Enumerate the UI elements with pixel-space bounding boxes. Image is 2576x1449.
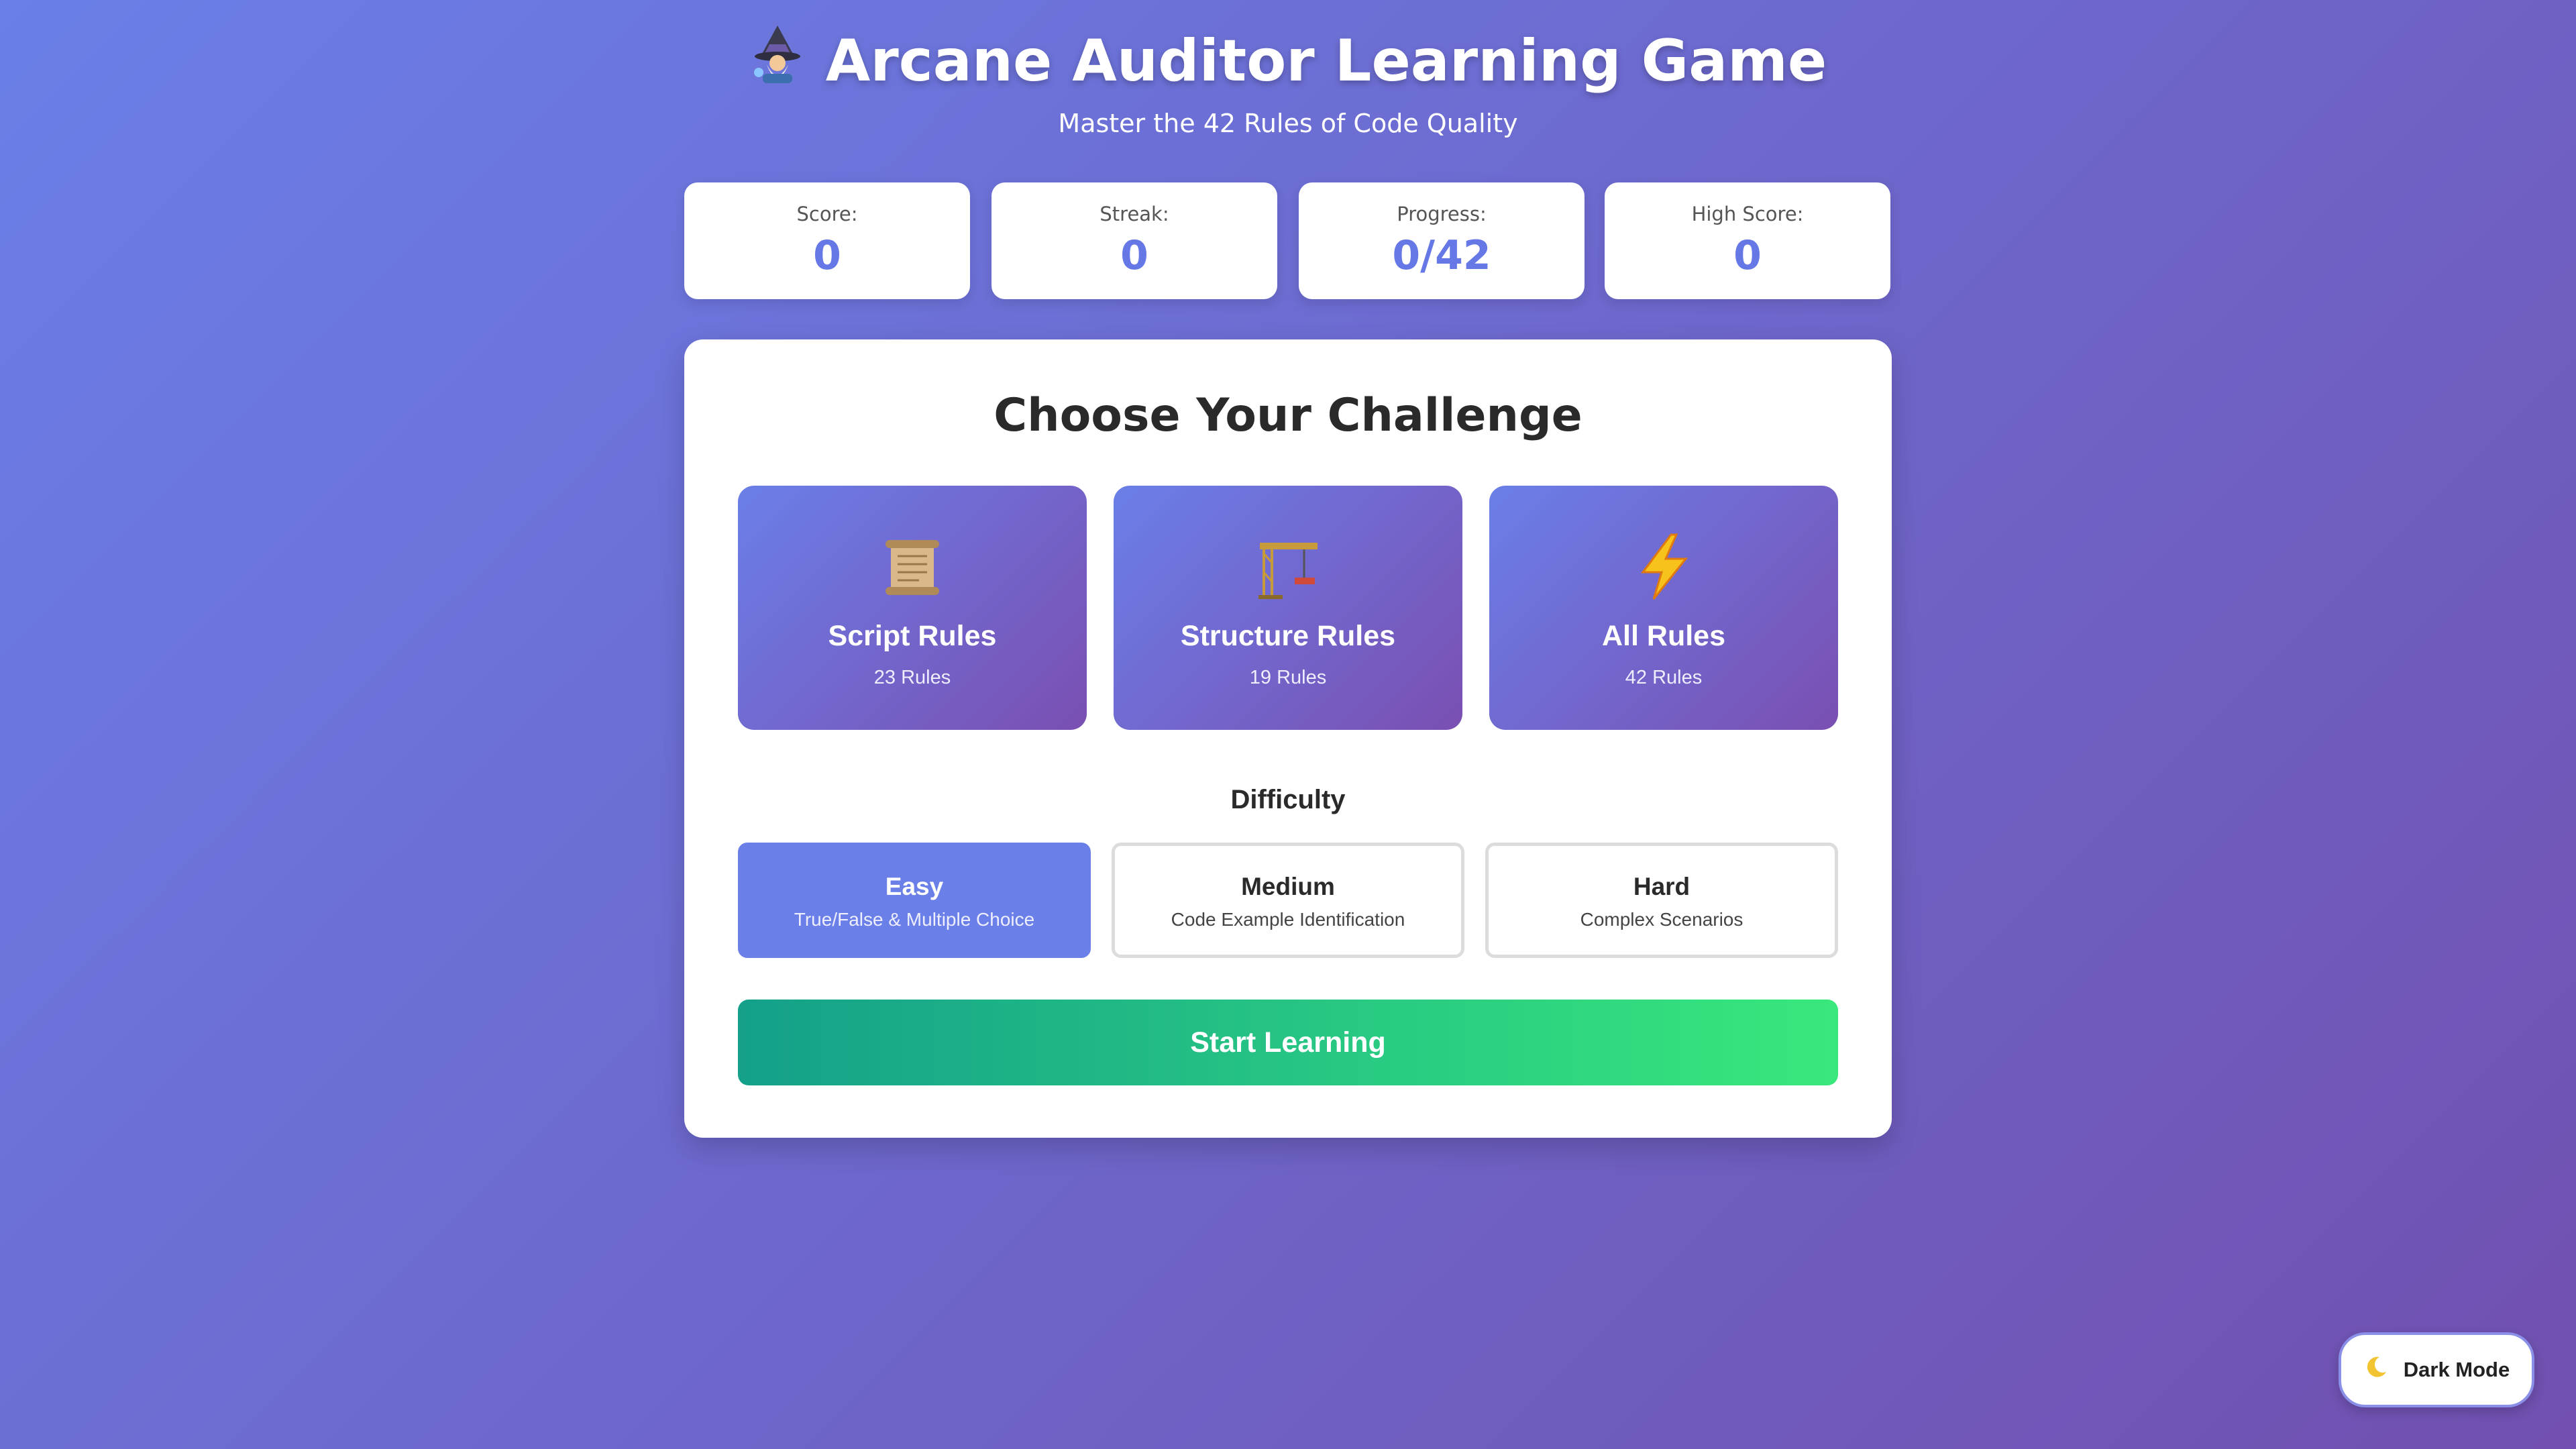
difficulty-medium-button[interactable]: Medium Code Example Identification — [1112, 843, 1464, 958]
high-score-value: 0 — [1733, 232, 1762, 279]
difficulty-title: Difficulty — [1230, 785, 1346, 814]
progress-card: Progress: 0/42 — [1299, 182, 1585, 299]
difficulty-hard-button[interactable]: Hard Complex Scenarios — [1485, 843, 1838, 958]
script-rules-card[interactable]: Script Rules 23 Rules — [738, 486, 1087, 730]
script-rules-count: 23 Rules — [873, 667, 951, 688]
page-title: Arcane Auditor Learning Game — [0, 24, 2576, 98]
progress-value: 0/42 — [1392, 232, 1491, 279]
subtitle: Master the 42 Rules of Code Quality — [1058, 109, 1518, 138]
streak-label: Streak: — [1099, 203, 1169, 225]
all-rules-count: 42 Rules — [1625, 667, 1703, 688]
challenge-panel: Choose Your Challenge Script Rules 23 Ru… — [684, 339, 1892, 1138]
difficulty-hard-name: Hard — [1633, 873, 1690, 900]
streak-card: Streak: 0 — [991, 182, 1277, 299]
difficulty-easy-name: Easy — [885, 873, 944, 900]
difficulty-medium-desc: Code Example Identification — [1171, 909, 1405, 930]
high-score-card: High Score: 0 — [1605, 182, 1890, 299]
structure-rules-count: 19 Rules — [1249, 667, 1327, 688]
structure-rules-card[interactable]: Structure Rules 19 Rules — [1114, 486, 1462, 730]
streak-value: 0 — [1120, 232, 1148, 279]
high-score-label: High Score: — [1691, 203, 1804, 225]
difficulty-easy-button[interactable]: Easy True/False & Multiple Choice — [738, 843, 1091, 958]
dark-mode-label: Dark Mode — [2403, 1358, 2510, 1381]
dark-mode-toggle[interactable]: Dark Mode — [2339, 1332, 2534, 1407]
score-value: 0 — [813, 232, 841, 279]
difficulty-medium-name: Medium — [1241, 873, 1335, 900]
script-rules-name: Script Rules — [828, 620, 997, 652]
moon-icon — [2363, 1354, 2389, 1385]
all-rules-name: All Rules — [1602, 620, 1725, 652]
start-learning-button[interactable]: Start Learning — [738, 1000, 1838, 1085]
wizard-icon — [749, 24, 806, 99]
crane-icon — [1114, 530, 1462, 604]
score-label: Score: — [796, 203, 858, 225]
structure-rules-name: Structure Rules — [1180, 620, 1396, 652]
title-text: Arcane Auditor Learning Game — [825, 28, 1827, 95]
score-card: Score: 0 — [684, 182, 970, 299]
progress-label: Progress: — [1397, 203, 1487, 225]
difficulty-hard-desc: Complex Scenarios — [1580, 909, 1743, 930]
scroll-icon — [738, 530, 1087, 604]
lightning-icon — [1489, 530, 1838, 604]
all-rules-card[interactable]: All Rules 42 Rules — [1489, 486, 1838, 730]
challenge-title: Choose Your Challenge — [994, 389, 1582, 442]
difficulty-easy-desc: True/False & Multiple Choice — [794, 909, 1035, 930]
